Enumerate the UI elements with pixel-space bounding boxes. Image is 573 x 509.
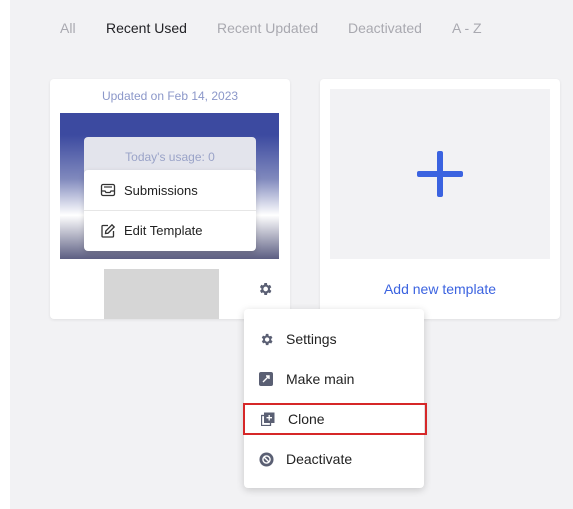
inbox-icon xyxy=(100,183,116,197)
edit-template-label: Edit Template xyxy=(124,223,203,238)
template-thumbnail xyxy=(104,269,219,319)
tab-a-z[interactable]: A - Z xyxy=(452,20,482,36)
clone-label: Clone xyxy=(288,411,325,427)
add-template-area[interactable] xyxy=(330,89,550,259)
template-settings-button[interactable] xyxy=(254,278,276,300)
add-new-template-link[interactable]: Add new template xyxy=(320,281,560,297)
clone-menu-item[interactable]: Clone xyxy=(243,403,427,435)
template-options-dropdown: Settings Make main Clone Deactivate xyxy=(243,309,427,488)
template-card: Updated on Feb 14, 2023 Today's usage: 0… xyxy=(50,79,290,319)
tab-recent-updated[interactable]: Recent Updated xyxy=(217,20,318,36)
make-main-icon xyxy=(258,371,274,387)
template-preview: Today's usage: 0 Submissions Edit Templa… xyxy=(60,113,279,259)
deactivate-label: Deactivate xyxy=(286,451,353,467)
workspace: All Recent Used Recent Updated Deactivat… xyxy=(10,0,573,509)
tab-all[interactable]: All xyxy=(60,20,76,36)
submissions-menu-item[interactable]: Submissions xyxy=(84,170,256,210)
settings-label: Settings xyxy=(286,331,337,347)
edit-icon xyxy=(101,223,116,238)
plus-icon xyxy=(417,151,463,197)
gear-icon xyxy=(259,283,272,295)
tab-deactivated[interactable]: Deactivated xyxy=(348,20,422,36)
clone-icon xyxy=(260,411,276,427)
add-template-card: Add new template xyxy=(320,79,560,319)
updated-date: Updated on Feb 14, 2023 xyxy=(101,89,239,103)
deactivate-icon xyxy=(258,451,274,467)
card-action-menu: Submissions Edit Template xyxy=(84,170,256,251)
edit-template-menu-item[interactable]: Edit Template xyxy=(84,210,256,250)
gear-icon xyxy=(258,331,274,347)
settings-menu-item[interactable]: Settings xyxy=(244,323,424,355)
make-main-menu-item[interactable]: Make main xyxy=(244,363,424,395)
submissions-label: Submissions xyxy=(124,182,198,198)
deactivate-menu-item[interactable]: Deactivate xyxy=(244,443,424,475)
make-main-label: Make main xyxy=(286,371,355,387)
tab-recent-used[interactable]: Recent Used xyxy=(106,20,187,36)
